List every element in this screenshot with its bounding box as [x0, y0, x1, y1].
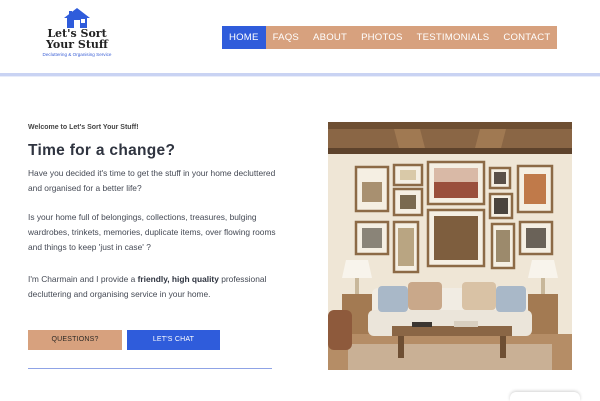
service-text-start: I'm Charmain and I provide a	[28, 274, 138, 284]
clutter-paragraph: Is your home full of belongings, collect…	[28, 212, 276, 252]
nav-photos[interactable]: PHOTOS	[354, 26, 410, 49]
welcome-subheading: Welcome to Let's Sort Your Stuff!	[28, 124, 139, 131]
main-nav: HOME FAQS ABOUT PHOTOS TESTIMONIALS CONT…	[222, 26, 558, 49]
hero-living-room-image	[328, 122, 572, 370]
page-headline: Time for a change?	[28, 142, 176, 159]
nav-about[interactable]: ABOUT	[306, 26, 355, 49]
nav-contact[interactable]: CONTACT	[496, 26, 558, 49]
nav-testimonials[interactable]: TESTIMONIALS	[409, 26, 497, 49]
service-text-bold: friendly, high quality	[137, 274, 219, 284]
lets-chat-button[interactable]: LET'S CHAT	[127, 330, 220, 350]
nav-faqs[interactable]: FAQS	[265, 26, 306, 49]
site-header: Let's Sort Your Stuff Decluttering & Org…	[0, 0, 600, 76]
logo-text-line-2: Your Stuff	[46, 38, 108, 51]
site-logo[interactable]: Let's Sort Your Stuff Decluttering & Org…	[38, 8, 116, 68]
nav-home[interactable]: HOME	[222, 26, 266, 49]
house-icon	[64, 8, 90, 28]
logo-tagline: Decluttering & Organising Service	[42, 52, 112, 57]
questions-button[interactable]: QUESTIONS?	[28, 330, 122, 350]
section-divider	[28, 368, 272, 369]
service-paragraph: I'm Charmain and I provide a friendly, h…	[28, 272, 278, 302]
intro-paragraph: Have you decided it's time to get the st…	[28, 168, 276, 193]
chat-widget-tab[interactable]	[510, 392, 580, 401]
